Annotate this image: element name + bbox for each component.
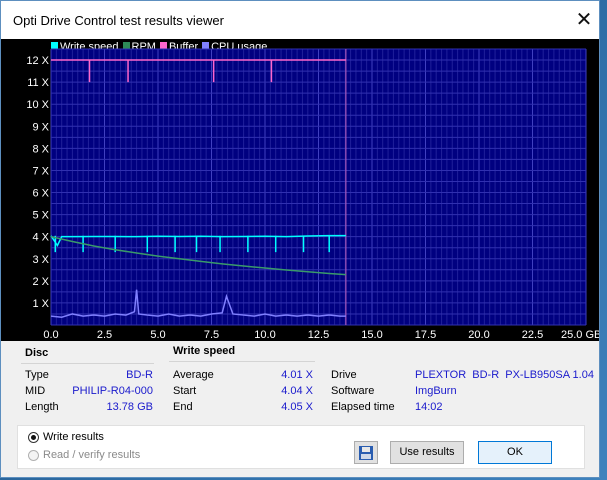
x-tick-label: 25.0 GB	[561, 329, 599, 341]
x-tick-label: 2.5	[97, 329, 112, 341]
elapsed-time-value: 14:02	[415, 401, 443, 413]
y-tick-label: 7 X	[32, 165, 49, 177]
x-tick-label: 17.5	[415, 329, 436, 341]
start-speed-value: 4.04 X	[281, 385, 313, 397]
x-tick-label: 5.0	[150, 329, 165, 341]
read-verify-results-label[interactable]: Read / verify results	[43, 449, 140, 461]
y-tick-label: 12 X	[26, 55, 49, 67]
y-tick-label: 8 X	[32, 143, 49, 155]
y-tick-label: 11 X	[27, 77, 49, 89]
window-title: Opti Drive Control test results viewer	[13, 13, 224, 28]
write-results-radio[interactable]	[28, 432, 39, 443]
close-button[interactable]: ✕	[568, 3, 600, 37]
x-tick-label: 7.5	[204, 329, 219, 341]
y-tick-label: 6 X	[32, 188, 49, 200]
y-tick-label: 1 X	[32, 298, 49, 310]
radio-selected-dot	[31, 435, 36, 440]
x-tick-label: 10.0	[254, 329, 275, 341]
x-tick-label: 22.5	[522, 329, 543, 341]
disc-type-label: Type	[25, 369, 49, 381]
disc-length-label: Length	[25, 401, 59, 413]
disc-mid-value: PHILIP-R04-000	[72, 385, 153, 397]
save-button[interactable]	[354, 441, 378, 464]
end-speed-value: 4.05 X	[281, 401, 313, 413]
drive-label: Drive	[331, 369, 357, 381]
start-speed-label: Start	[173, 385, 197, 397]
results-options-panel: Write results Read / verify results Use …	[17, 425, 585, 469]
elapsed-time-label: Elapsed time	[331, 401, 395, 413]
disc-mid-label: MID	[25, 385, 46, 397]
write-speed-chart: 1 X 2 X 3 X 4 X 5 X 6 X 7 X 8 X 9 X 10 X 11 X 12 X 0…	[26, 48, 599, 341]
x-tick-label: 0.0	[43, 329, 58, 341]
write-results-label[interactable]: Write results	[43, 431, 104, 443]
write-speed-header: Write speed	[173, 345, 236, 357]
end-speed-label: End	[173, 401, 193, 413]
disc-header: Disc	[25, 347, 49, 359]
ok-button[interactable]: OK	[478, 441, 552, 464]
x-tick-label: 20.0	[468, 329, 489, 341]
y-tick-label: 5 X	[32, 210, 49, 222]
disc-header-divider	[21, 363, 154, 364]
software-label: Software	[331, 385, 375, 397]
results-viewer-window: Opti Drive Control test results viewer ✕…	[0, 0, 600, 478]
write-speed-header-divider	[169, 361, 315, 362]
floppy-disk-icon	[359, 446, 373, 460]
average-speed-value: 4.01 X	[281, 369, 313, 381]
title-bar[interactable]: Opti Drive Control test results viewer ✕	[1, 1, 599, 39]
x-tick-label: 12.5	[308, 329, 329, 341]
y-tick-label: 9 X	[32, 121, 49, 133]
y-tick-label: 3 X	[32, 254, 49, 266]
software-value: ImgBurn	[415, 385, 457, 397]
disc-length-value: 13.78 GB	[106, 401, 153, 413]
y-tick-label: 2 X	[32, 276, 49, 288]
y-tick-label: 10 X	[26, 99, 49, 111]
disc-type-value: BD-R	[126, 369, 153, 381]
use-results-button[interactable]: Use results	[390, 441, 464, 464]
y-tick-label: 4 X	[32, 232, 49, 244]
chart-panel: Write speed RPM Buffer CPU usage 1 X2 X3…	[1, 39, 599, 341]
average-speed-label: Average	[173, 369, 214, 381]
read-verify-results-radio[interactable]	[28, 450, 39, 461]
x-tick-label: 15.0	[361, 329, 382, 341]
drive-value: PLEXTOR BD-R PX-LB950SA 1.04	[415, 369, 594, 381]
